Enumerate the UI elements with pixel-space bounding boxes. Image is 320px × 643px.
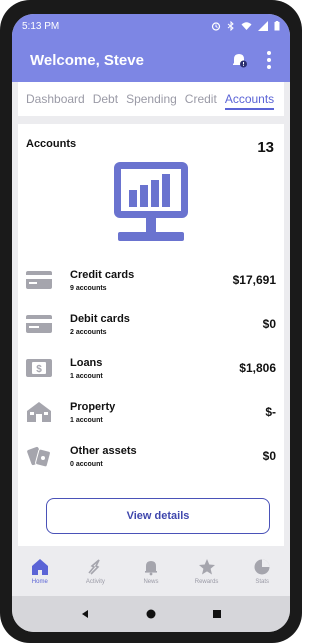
accounts-title: Accounts — [26, 138, 77, 150]
account-row-credit-cards[interactable]: Credit cards 9 accounts $17,691 — [26, 258, 276, 302]
status-icons — [211, 21, 280, 31]
accounts-count: 13 — [257, 139, 274, 156]
account-row-title: Credit cards — [70, 268, 135, 281]
nav-label: Home — [31, 579, 48, 585]
account-row-sub: 9 accounts — [70, 284, 107, 292]
accounts-list: Credit cards 9 accounts $17,691 Debit ca… — [26, 258, 276, 478]
tab-spending[interactable]: Spending — [126, 82, 177, 116]
app-bar: Welcome, Steve — [12, 38, 290, 82]
status-bar: 5:13 PM — [12, 14, 290, 38]
bottom-nav: Home Activity News Rewards Stats — [12, 554, 290, 594]
account-row-sub: 2 accounts — [70, 328, 107, 336]
other-assets-icon — [26, 442, 56, 470]
account-row-value: $17,691 — [232, 273, 276, 287]
account-row-sub: 0 account — [70, 460, 103, 468]
account-row-property[interactable]: Property 1 account $- — [26, 390, 276, 434]
nav-label: Stats — [255, 579, 270, 585]
signal-icon — [258, 21, 268, 31]
account-row-loans[interactable]: $ Loans 1 account $1,806 — [26, 346, 276, 390]
tab-accounts[interactable]: Accounts — [224, 82, 275, 116]
recents-icon[interactable] — [212, 609, 222, 619]
account-row-title: Debit cards — [70, 312, 130, 325]
welcome-title: Welcome, Steve — [30, 51, 144, 69]
nav-label: Rewards — [194, 579, 219, 585]
back-icon[interactable] — [80, 609, 90, 619]
account-row-value: $0 — [262, 449, 276, 463]
debit-card-icon — [26, 310, 56, 338]
stats-icon — [254, 559, 270, 575]
account-row-sub: 1 account — [70, 416, 103, 424]
svg-text:$: $ — [36, 364, 42, 375]
account-row-debit-cards[interactable]: Debit cards 2 accounts $0 — [26, 302, 276, 346]
tab-dashboard[interactable]: Dashboard — [26, 82, 85, 116]
nav-news[interactable]: News — [126, 558, 176, 585]
account-row-value: $1,806 — [239, 361, 276, 375]
nav-rewards[interactable]: Rewards — [182, 558, 232, 585]
tab-bar: Dashboard Debt Spending Credit Accounts — [18, 82, 284, 116]
alarm-icon — [211, 22, 221, 31]
screen: 5:13 PM Welcome, Steve Dashboard Debt Sp… — [12, 14, 290, 632]
account-row-title: Loans — [70, 356, 103, 369]
credit-card-icon — [26, 266, 56, 294]
phone-frame: 5:13 PM Welcome, Steve Dashboard Debt Sp… — [0, 0, 302, 643]
monitor-bar-chart-icon — [114, 162, 188, 241]
tab-debt[interactable]: Debt — [93, 82, 118, 116]
house-icon — [26, 398, 56, 426]
home-icon — [31, 559, 48, 575]
battery-icon — [274, 21, 280, 31]
account-row-value: $0 — [262, 317, 276, 331]
nav-label: News — [143, 579, 159, 585]
nav-activity[interactable]: Activity — [70, 558, 120, 585]
account-row-value: $- — [265, 405, 276, 419]
home-circle-icon[interactable] — [146, 609, 156, 619]
loan-icon: $ — [26, 354, 56, 382]
nav-home[interactable]: Home — [15, 558, 65, 585]
notification-bell-icon[interactable] — [230, 51, 248, 69]
more-vert-icon[interactable] — [266, 51, 272, 69]
account-row-sub: 1 account — [70, 372, 103, 380]
bluetooth-icon — [227, 21, 234, 31]
view-details-button[interactable]: View details — [46, 498, 270, 534]
nav-stats[interactable]: Stats — [237, 558, 287, 585]
accounts-header: Accounts 13 — [26, 138, 276, 156]
account-row-title: Property — [70, 400, 116, 413]
news-icon — [144, 561, 157, 576]
rewards-icon — [198, 559, 215, 575]
wifi-icon — [241, 22, 252, 30]
accounts-card: Accounts 13 Credit cards 9 accounts $17,… — [18, 124, 284, 546]
status-time: 5:13 PM — [22, 20, 60, 32]
account-row-title: Other assets — [70, 444, 137, 457]
account-row-other-assets[interactable]: Other assets 0 account $0 — [26, 434, 276, 478]
activity-icon — [88, 559, 101, 575]
system-nav-bar — [12, 596, 290, 632]
nav-label: Activity — [85, 579, 105, 585]
tab-credit[interactable]: Credit — [185, 82, 217, 116]
